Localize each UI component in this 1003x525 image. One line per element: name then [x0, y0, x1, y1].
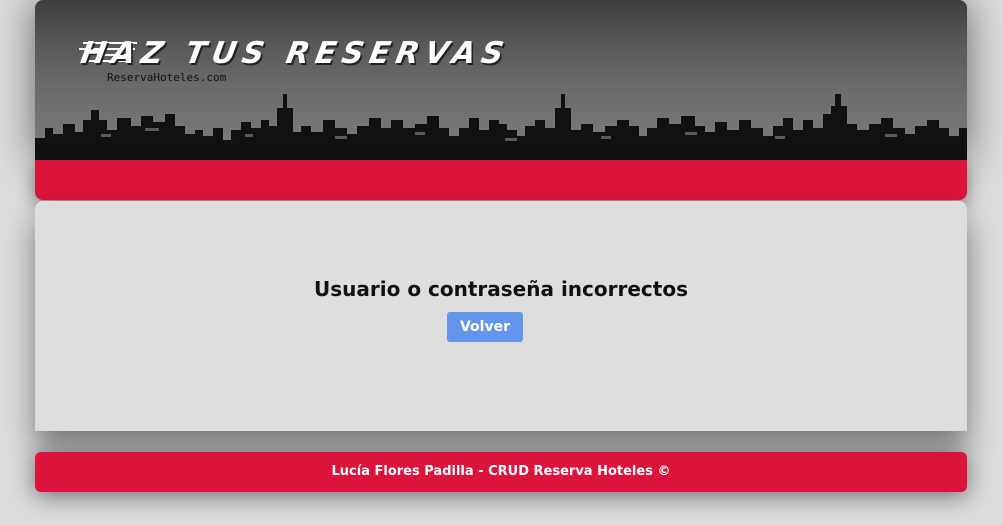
main-content: Usuario o contraseña incorrectos Volver	[35, 201, 967, 431]
site-header: HAZ TUS RESERVAS ReservaHoteles.com	[35, 0, 967, 160]
logo-title[interactable]: HAZ TUS RESERVAS	[78, 36, 512, 71]
back-button[interactable]: Volver	[447, 312, 523, 342]
city-skyline-icon	[35, 94, 967, 160]
site-footer: Lucía Flores Padilla - CRUD Reserva Hote…	[35, 452, 967, 492]
logo-subtitle: ReservaHoteles.com	[107, 71, 227, 84]
error-message: Usuario o contraseña incorrectos	[314, 277, 688, 301]
page-wrapper: HAZ TUS RESERVAS ReservaHoteles.com Usua…	[35, 0, 967, 525]
nav-bar	[35, 160, 967, 200]
